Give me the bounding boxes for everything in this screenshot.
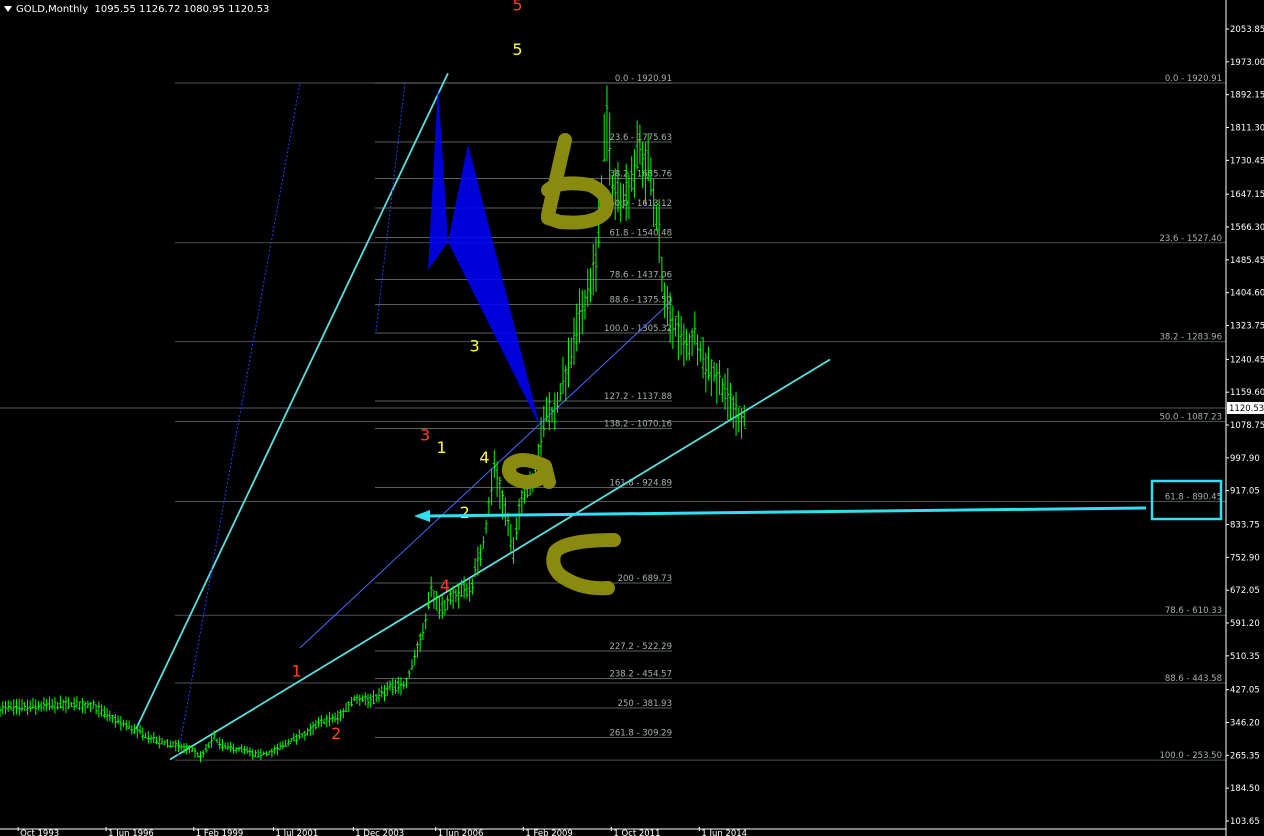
fib-right-label-7: 100.0 - 253.50 [1159, 751, 1222, 761]
y-tick-label-10: 1240.45 [1230, 355, 1264, 365]
y-tick-label-20: 427.05 [1230, 686, 1260, 696]
y-tick-label-3: 1811.30 [1230, 124, 1264, 134]
y-tick-label-12: 1078.75 [1230, 421, 1264, 431]
fib-left-label-4: 61.8 - 1540.48 [609, 228, 672, 238]
dropdown-triangle-icon[interactable] [4, 6, 12, 12]
fib-left-label-2: 38.2 - 1685.76 [609, 169, 672, 179]
fib-left-label-12: 227.2 - 522.29 [609, 642, 672, 652]
fib-right-label-3: 50.0 - 1087.23 [1159, 413, 1222, 423]
y-tick-label-18: 591.20 [1230, 619, 1260, 629]
fib-right-label-2: 38.2 - 1283.96 [1159, 333, 1222, 343]
y-tick-label-23: 184.50 [1230, 784, 1260, 794]
y-tick-label-9: 1323.75 [1230, 322, 1264, 332]
fib-left-label-11: 200 - 689.73 [618, 574, 672, 584]
chart-header: GOLD,Monthly 1095.55 1126.72 1080.95 112… [4, 4, 269, 15]
gold-monthly-chart[interactable]: 0.0 - 1920.91 23.6 - 1775.63 38.2 - 1685.7… [0, 0, 1264, 836]
fib-left-label-6: 88.6 - 1375.50 [609, 295, 672, 305]
fib-left-label-15: 261.8 - 309.29 [609, 728, 672, 738]
wave-label-yellow-9: 2 [460, 503, 470, 522]
fib-right-label-0: 0.0 - 1920.91 [1165, 74, 1222, 84]
last-price-tag-label: 1120.53 [1229, 404, 1264, 414]
y-tick-label-21: 346.20 [1230, 718, 1260, 728]
y-tick-label-15: 833.75 [1230, 520, 1260, 530]
y-tick-label-22: 265.35 [1230, 751, 1260, 761]
y-tick-label-17: 672.05 [1230, 586, 1260, 596]
x-tick-label-4: 1 Dec 2003 [355, 829, 404, 836]
fib-left-label-9: 138.2 - 1070.16 [604, 419, 672, 429]
y-tick-label-8: 1404.60 [1230, 289, 1264, 299]
symbol-label: GOLD,Monthly [16, 4, 89, 15]
fib-left-label-13: 238.2 - 454.57 [609, 669, 672, 679]
fib-left-label-8: 127.2 - 1137.88 [604, 392, 672, 402]
y-tick-label-0: 2053.85 [1230, 25, 1264, 35]
y-tick-label-5: 1647.15 [1230, 190, 1264, 200]
fib-right-label-6: 88.6 - 443.58 [1165, 674, 1222, 684]
wave-label-red-0: 5 [512, 0, 522, 14]
wave-label-red-2: 3 [420, 426, 430, 445]
y-tick-label-19: 510.35 [1230, 652, 1260, 662]
x-tick-label-0: Oct 1993 [20, 829, 59, 836]
fib-right-label-4: 61.8 - 890.45 [1165, 492, 1222, 502]
y-tick-label-16: 752.90 [1230, 553, 1260, 563]
wave-label-yellow-7: 1 [437, 438, 447, 457]
wave-label-red-4: 1 [292, 661, 302, 680]
y-tick-label-1: 1973.00 [1230, 58, 1264, 68]
fib-right-label-5: 78.6 - 610.33 [1165, 606, 1222, 616]
y-tick-label-2: 1892.15 [1230, 91, 1264, 101]
wave-label-red-3: 4 [440, 576, 450, 595]
x-tick-label-5: 1 Jun 2006 [438, 829, 484, 836]
x-tick-label-7: 1 Oct 2011 [613, 829, 660, 836]
y-tick-label-24: 103.65 [1230, 817, 1260, 827]
y-tick-label-11: 1159.60 [1230, 388, 1264, 398]
y-tick-label-13: 997.90 [1230, 454, 1260, 464]
ohlc-values: 1095.55 1126.72 1080.95 1120.53 [94, 4, 270, 15]
x-tick-label-2: 1 Feb 1999 [196, 829, 244, 836]
fib-left-label-1: 23.6 - 1775.63 [609, 133, 672, 143]
chart-background [0, 0, 1264, 836]
x-tick-label-1: 1 Jun 1996 [108, 829, 154, 836]
x-tick-label-3: 1 Jul 2001 [276, 829, 319, 836]
fib-right-label-1: 23.6 - 1527.40 [1159, 234, 1222, 244]
wave-label-yellow-1: 5 [512, 40, 522, 59]
x-tick-label-8: 1 Jun 2014 [701, 829, 747, 836]
wave-label-red-5: 2 [331, 724, 341, 743]
wave-label-yellow-8: 4 [479, 448, 489, 467]
fib-left-label-14: 250 - 381.93 [618, 699, 672, 709]
fib-left-label-5: 78.6 - 1437.06 [609, 270, 672, 280]
y-tick-label-14: 917.05 [1230, 487, 1260, 497]
wave-label-yellow-6: 3 [469, 336, 479, 355]
x-tick-label-6: 1 Feb 2009 [525, 829, 573, 836]
y-tick-label-7: 1485.45 [1230, 256, 1264, 266]
y-tick-label-6: 1566.30 [1230, 223, 1264, 233]
y-tick-label-4: 1730.45 [1230, 156, 1264, 166]
